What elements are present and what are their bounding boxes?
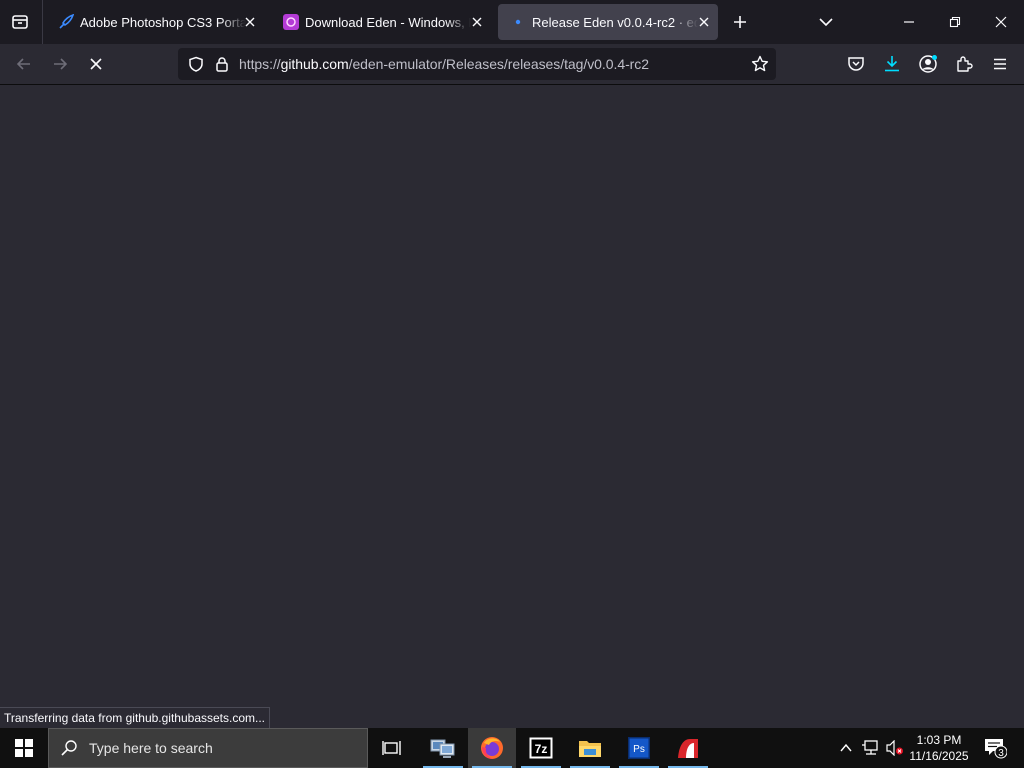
photoshop-icon: Ps xyxy=(628,737,650,759)
url-scheme: https:// xyxy=(239,56,281,72)
forward-button[interactable] xyxy=(44,48,76,80)
notification-count: 3 xyxy=(998,748,1004,759)
puzzle-piece-icon xyxy=(957,56,973,72)
taskbar-app-photoshop[interactable]: Ps xyxy=(615,728,663,768)
new-tab-button[interactable] xyxy=(726,8,754,36)
clock-date: 11/16/2025 xyxy=(909,749,969,763)
chevron-up-icon xyxy=(840,743,852,752)
status-panel: Transferring data from github.githubasse… xyxy=(0,707,271,728)
taskbar-app-firefox[interactable] xyxy=(468,728,516,768)
7zip-icon: 7z xyxy=(529,737,553,759)
pocket-button[interactable] xyxy=(840,48,872,80)
loading-dot-icon xyxy=(510,14,526,30)
close-window-button[interactable] xyxy=(978,4,1024,40)
star-icon xyxy=(751,55,769,72)
taskbar-app-red-document[interactable] xyxy=(664,728,712,768)
rocket-icon xyxy=(58,14,74,30)
taskbar-app-file-explorer[interactable] xyxy=(566,728,614,768)
svg-text:Ps: Ps xyxy=(633,744,645,755)
network-monitor-icon xyxy=(862,740,878,755)
close-icon xyxy=(995,16,1007,28)
windows-logo-icon xyxy=(15,739,33,757)
plus-icon xyxy=(734,16,746,28)
hamburger-menu-icon xyxy=(994,58,1006,70)
url-bar[interactable]: https://github.com/eden-emulator/Release… xyxy=(178,48,776,80)
task-view-icon xyxy=(382,741,401,755)
eden-icon xyxy=(283,14,299,30)
arrow-right-icon xyxy=(54,58,68,70)
firefox-view-icon xyxy=(12,15,28,29)
downloads-button[interactable] xyxy=(876,48,908,80)
navigation-toolbar: https://github.com/eden-emulator/Release… xyxy=(0,44,1024,85)
url-host: github.com xyxy=(280,56,349,72)
stop-loading-button[interactable] xyxy=(80,48,112,80)
tab-title: Adobe Photoshop CS3 Portable xyxy=(80,14,246,30)
tracking-protection-shield-icon[interactable] xyxy=(184,52,208,76)
account-icon xyxy=(919,55,937,73)
tab-title: Release Eden v0.0.4-rc2 · eden-emulator xyxy=(532,14,698,30)
show-hidden-icons-button[interactable] xyxy=(836,728,856,768)
page-content-area[interactable] xyxy=(0,86,1024,728)
tab-photoshop[interactable]: Adobe Photoshop CS3 Portable xyxy=(46,4,264,40)
pocket-icon xyxy=(848,57,864,71)
restore-button[interactable] xyxy=(932,4,978,40)
back-button[interactable] xyxy=(8,48,40,80)
start-button[interactable] xyxy=(0,728,48,768)
taskbar-search-box[interactable]: Type here to search xyxy=(48,728,368,768)
close-tab-icon[interactable] xyxy=(696,14,712,30)
tab-title: Download Eden - Windows, Linux xyxy=(305,14,471,30)
taskbar-app-network-explorer[interactable] xyxy=(419,728,467,768)
extensions-button[interactable] xyxy=(948,48,980,80)
tab-release-eden[interactable]: Release Eden v0.0.4-rc2 · eden-emulator xyxy=(498,4,718,40)
tab-strip: Adobe Photoshop CS3 Portable Download Ed… xyxy=(0,0,1024,44)
restore-icon xyxy=(949,16,961,28)
tray-clock[interactable]: 1:03 PM 11/16/2025 xyxy=(906,728,972,768)
network-computers-icon xyxy=(430,739,455,758)
windows-taskbar: Type here to search 7z Ps 1:03 PM 11/16/… xyxy=(0,728,1024,768)
action-center-button[interactable]: 3 xyxy=(978,728,1012,768)
close-tab-icon[interactable] xyxy=(242,14,258,30)
list-all-tabs-button[interactable] xyxy=(812,8,840,36)
arrow-left-icon xyxy=(16,58,30,70)
firefox-view-button[interactable] xyxy=(4,6,36,38)
taskbar-app-7zip[interactable]: 7z xyxy=(517,728,565,768)
close-tab-icon[interactable] xyxy=(469,14,485,30)
tray-volume[interactable] xyxy=(884,728,906,768)
screen: Adobe Photoshop CS3 Portable Download Ed… xyxy=(0,0,1024,768)
stop-x-icon xyxy=(90,58,102,70)
account-button[interactable] xyxy=(912,48,944,80)
task-view-button[interactable] xyxy=(368,728,416,768)
url-text[interactable]: https://github.com/eden-emulator/Release… xyxy=(239,56,649,72)
search-icon xyxy=(59,738,79,758)
clock-time: 1:03 PM xyxy=(916,733,962,747)
bookmark-star-button[interactable] xyxy=(748,52,772,76)
folder-icon xyxy=(579,741,601,757)
download-arrow-icon xyxy=(885,56,899,72)
tray-network[interactable] xyxy=(860,728,882,768)
notification-icon: 3 xyxy=(985,739,1007,759)
lock-icon[interactable] xyxy=(210,52,234,76)
volume-muted-icon xyxy=(886,740,903,756)
red-document-icon xyxy=(678,739,698,758)
chevron-down-icon xyxy=(819,18,833,27)
minimize-icon xyxy=(904,21,914,23)
svg-text:7z: 7z xyxy=(535,742,548,756)
search-placeholder: Type here to search xyxy=(89,740,213,756)
app-menu-button[interactable] xyxy=(984,48,1016,80)
tab-download-eden[interactable]: Download Eden - Windows, Linux xyxy=(271,4,491,40)
tab-strip-separator xyxy=(42,0,43,44)
firefox-icon xyxy=(481,737,503,759)
url-path: /eden-emulator/Releases/releases/tag/v0.… xyxy=(348,56,649,72)
minimize-button[interactable] xyxy=(886,4,932,40)
